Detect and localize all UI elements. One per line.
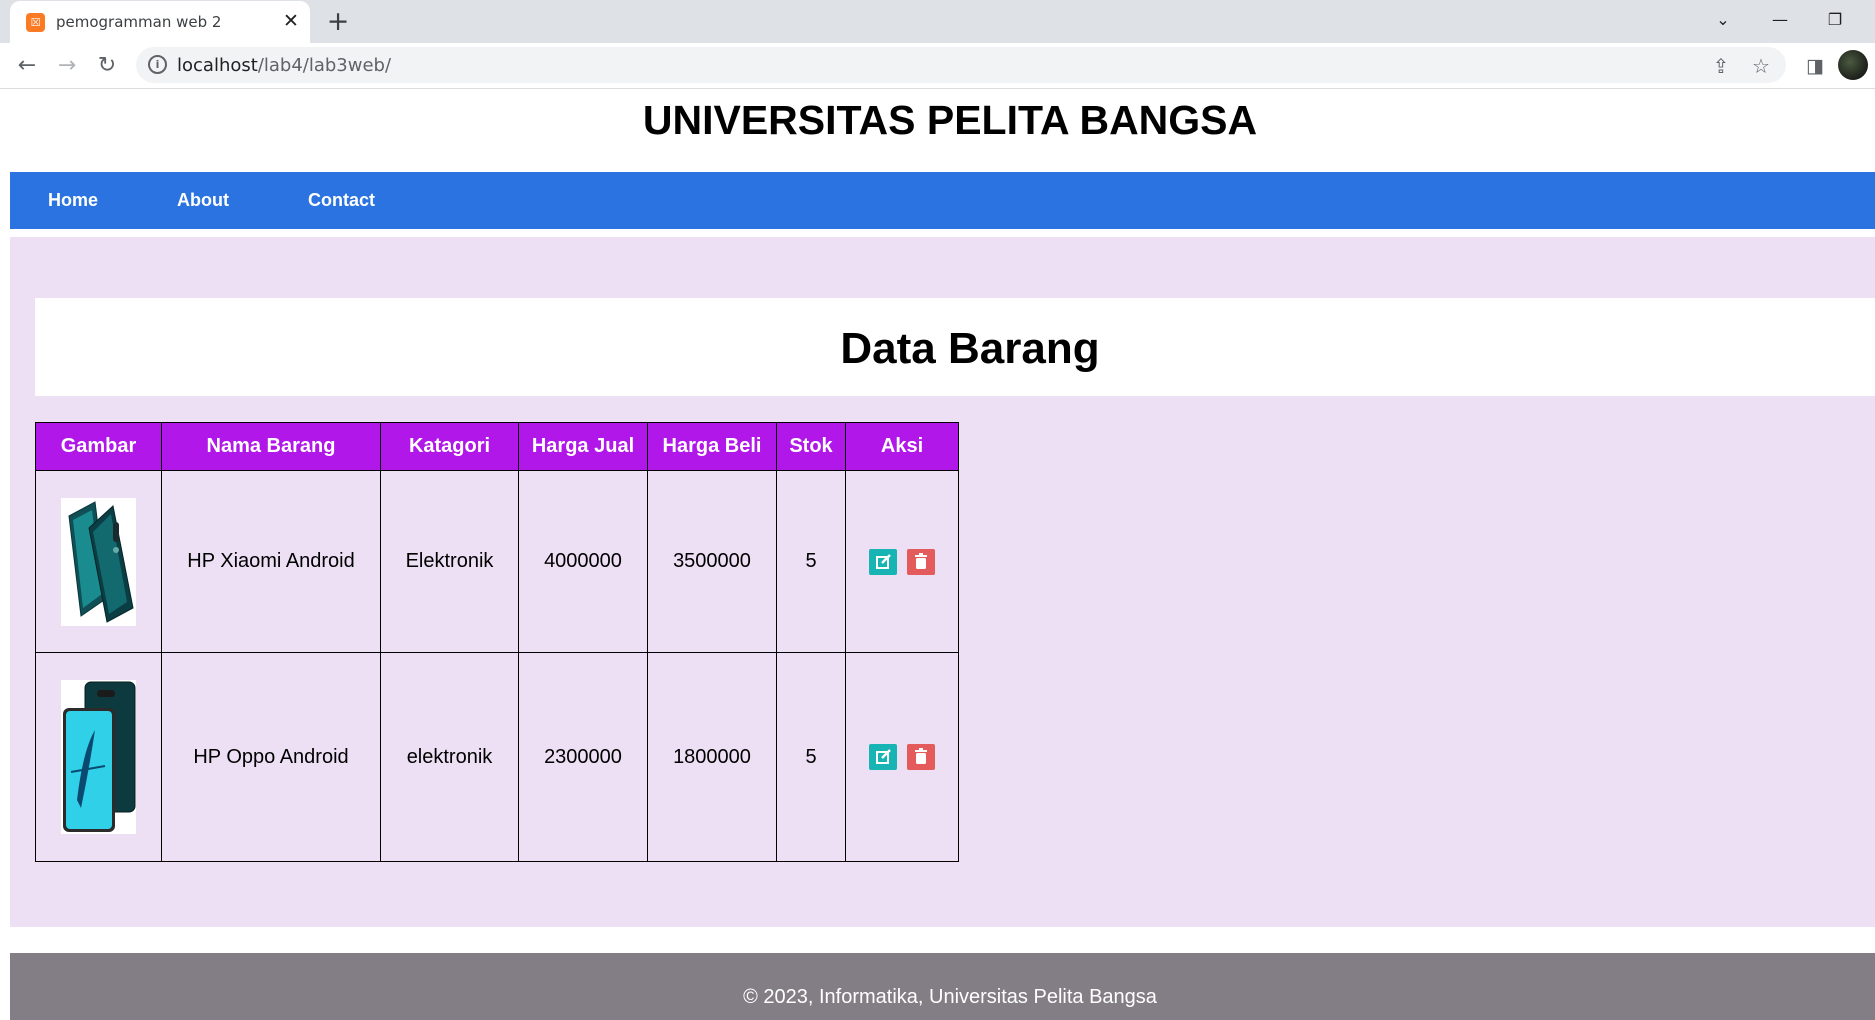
item-name: HP Oppo Android bbox=[161, 652, 381, 862]
xampp-favicon-icon: ☒ bbox=[26, 13, 45, 32]
item-stock: 5 bbox=[776, 652, 846, 862]
items-table: Gambar Nama Barang Katagori Harga Jual H… bbox=[35, 422, 959, 862]
side-panel-icon[interactable]: ◨ bbox=[1800, 51, 1830, 81]
page-heading: Data Barang bbox=[840, 324, 1100, 373]
column-header: Harga Jual bbox=[518, 422, 648, 471]
site-info-icon[interactable]: i bbox=[148, 55, 167, 74]
forward-arrow-icon[interactable]: → bbox=[52, 51, 82, 81]
nav-contact[interactable]: Contact bbox=[308, 190, 375, 211]
address-url[interactable]: localhost/lab4/lab3web/ bbox=[177, 55, 391, 76]
url-host: localhost bbox=[177, 55, 258, 76]
browser-tabbar: ☒ pemogramman web 2 ✕ + ⌄ — ❐ bbox=[0, 0, 1875, 43]
edit-button[interactable] bbox=[869, 548, 898, 575]
action-cell bbox=[845, 652, 959, 862]
nav-home[interactable]: Home bbox=[48, 190, 98, 211]
oppo-phone-image bbox=[61, 680, 136, 834]
image-cell bbox=[35, 652, 162, 862]
table-row: HP Xiaomi Android Elektronik 4000000 350… bbox=[35, 470, 959, 653]
delete-button[interactable] bbox=[906, 744, 935, 770]
edit-button[interactable] bbox=[869, 744, 898, 770]
heading-box: Data Barang bbox=[35, 298, 1875, 396]
site-title: UNIVERSITAS PELITA BANGSA bbox=[642, 97, 1258, 143]
browser-tab[interactable]: ☒ pemogramman web 2 ✕ bbox=[10, 1, 310, 43]
column-header: Katagori bbox=[380, 422, 519, 471]
table-header-row: Gambar Nama Barang Katagori Harga Jual H… bbox=[35, 422, 959, 471]
column-header: Harga Beli bbox=[647, 422, 777, 471]
table-row: HP Oppo Android elektronik 2300000 18000… bbox=[35, 652, 959, 862]
nav-about[interactable]: About bbox=[177, 190, 229, 211]
column-header: Nama Barang bbox=[161, 422, 381, 471]
xiaomi-phone-image bbox=[61, 497, 136, 626]
item-name: HP Xiaomi Android bbox=[161, 470, 381, 653]
close-tab-icon[interactable]: ✕ bbox=[280, 10, 302, 32]
item-stock: 5 bbox=[776, 470, 846, 653]
item-category: Elektronik bbox=[380, 470, 519, 653]
footer-text: © 2023, Informatika, Universitas Pelita … bbox=[743, 986, 1157, 1008]
address-bar[interactable]: i localhost/lab4/lab3web/ ⇪ ☆ bbox=[136, 47, 1786, 83]
page-viewport: UNIVERSITAS PELITA BANGSA Home About Con… bbox=[0, 89, 1875, 1020]
share-icon[interactable]: ⇪ bbox=[1708, 53, 1734, 79]
reload-icon[interactable]: ↻ bbox=[92, 51, 122, 81]
new-tab-icon[interactable]: + bbox=[324, 8, 352, 36]
tab-search-chevron-icon[interactable]: ⌄ bbox=[1703, 6, 1743, 34]
edit-icon bbox=[876, 749, 892, 764]
browser-toolbar: ← → ↻ i localhost/lab4/lab3web/ ⇪ ☆ ◨ bbox=[0, 43, 1875, 89]
trash-icon bbox=[914, 552, 927, 569]
column-header: Stok bbox=[776, 422, 846, 471]
item-category: elektronik bbox=[380, 652, 519, 862]
bookmark-star-icon[interactable]: ☆ bbox=[1748, 53, 1774, 79]
item-buy-price: 1800000 bbox=[647, 652, 777, 862]
back-arrow-icon[interactable]: ← bbox=[12, 51, 42, 81]
restore-window-icon[interactable]: ❐ bbox=[1815, 6, 1855, 34]
site-footer: © 2023, Informatika, Universitas Pelita … bbox=[10, 953, 1875, 1020]
column-header: Gambar bbox=[35, 422, 162, 471]
action-cell bbox=[845, 470, 959, 653]
item-buy-price: 3500000 bbox=[647, 470, 777, 653]
minimize-window-icon[interactable]: — bbox=[1760, 6, 1800, 34]
item-sell-price: 4000000 bbox=[518, 470, 648, 653]
trash-icon bbox=[914, 748, 927, 764]
item-sell-price: 2300000 bbox=[518, 652, 648, 862]
edit-icon bbox=[876, 553, 892, 569]
main-nav: Home About Contact bbox=[10, 172, 1875, 229]
image-cell bbox=[35, 470, 162, 653]
tab-title: pemogramman web 2 bbox=[56, 13, 222, 31]
column-header: Aksi bbox=[845, 422, 959, 471]
delete-button[interactable] bbox=[906, 548, 935, 575]
profile-avatar[interactable] bbox=[1838, 50, 1868, 80]
content-area: Data Barang Gambar Nama Barang Katagori … bbox=[10, 237, 1875, 927]
url-path: /lab4/lab3web/ bbox=[257, 55, 392, 76]
